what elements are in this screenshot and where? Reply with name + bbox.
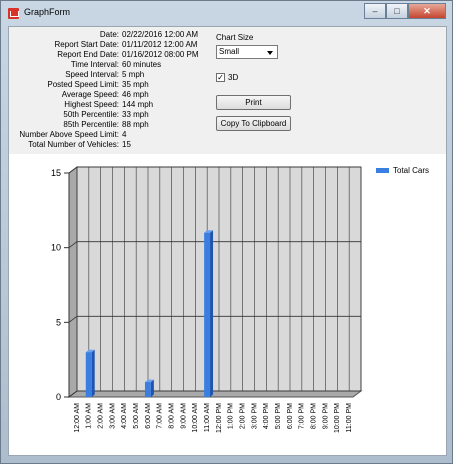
chart-size-label: Chart Size (216, 33, 254, 42)
x-tick-label: 5:00 AM (133, 403, 140, 429)
bar-side (91, 349, 95, 397)
x-tick-label: 11:00 AM (204, 403, 211, 432)
x-tick-label: 3:00 AM (109, 403, 116, 429)
chart-panel: 0 5 10 15 12:00 AM 1:00 AM 2:00 AM 3:00 AM 4:00 … (9, 154, 446, 455)
legend-swatch (376, 168, 389, 173)
app-icon (8, 8, 19, 19)
3d-checkbox-label[interactable]: 3D (228, 73, 238, 83)
report-info-label: Total Number of Vehicles: (28, 140, 119, 149)
report-info-value: 144 mph (122, 100, 154, 109)
x-tick-label: 2:00 AM (97, 403, 104, 429)
x-tick-label: 8:00 AM (168, 403, 175, 429)
x-tick-label: 4:00 PM (263, 403, 270, 429)
chart-size-dropdown[interactable]: Small (216, 45, 278, 59)
x-tick-label: 9:00 AM (180, 403, 187, 429)
report-info-row: Report End Date: 01/16/2012 08:00 PM (9, 50, 229, 60)
3d-checkbox[interactable]: ✓ (216, 73, 225, 82)
x-tick-label: 8:00 PM (310, 403, 317, 429)
report-info-value: 4 (122, 130, 127, 139)
report-info-value: 60 minutes (122, 60, 162, 69)
report-info-row: Highest Speed: 144 mph (9, 100, 229, 110)
report-info-row: Date: 02/22/2016 12:00 AM (9, 30, 229, 40)
chart-floor (67, 390, 363, 398)
report-info-row: Average Speed: 46 mph (9, 90, 229, 100)
y-tick-label: 0 (56, 392, 61, 402)
report-info-row: 50th Percentile: 33 mph (9, 110, 229, 120)
print-button[interactable]: Print (216, 95, 291, 110)
report-info-label: Report Start Date: (54, 40, 119, 49)
report-info-label: Report End Date: (57, 50, 119, 59)
graphform-window: GraphForm – □ ✕ Date: 02/22/2016 12:00 AM… (0, 0, 453, 464)
bar (85, 352, 92, 397)
x-tick-label: 3:00 PM (251, 403, 258, 429)
report-info-label: Time Interval: (70, 60, 119, 69)
x-tick-label: 1:00 PM (228, 403, 235, 429)
y-tick-label: 15 (51, 168, 61, 178)
report-info-row: Number Above Speed Limit: 4 (9, 130, 229, 140)
x-tick-label: 1:00 AM (86, 403, 93, 429)
x-tick-label: 4:00 AM (121, 403, 128, 429)
legend-label: Total Cars (393, 166, 429, 175)
x-tick-label: 7:00 PM (299, 403, 306, 429)
x-tick-label: 7:00 AM (157, 403, 164, 429)
x-tick-label: 10:00 PM (334, 403, 341, 433)
report-info-value: 15 (122, 140, 131, 149)
x-tick-label: 5:00 PM (275, 403, 282, 429)
report-info-value: 01/16/2012 08:00 PM (122, 50, 199, 59)
report-info-value: 88 mph (122, 120, 149, 129)
report-info-label: 85th Percentile: (63, 120, 119, 129)
x-tick-label: 10:00 AM (192, 403, 199, 433)
x-tick-label: 2:00 PM (239, 403, 246, 429)
report-info-value: 46 mph (122, 90, 149, 99)
report-info-label: Highest Speed: (64, 100, 119, 109)
x-tick-label: 12:00 AM (74, 403, 81, 433)
title-bar[interactable]: GraphForm – □ ✕ (1, 1, 452, 25)
report-info-label: Number Above Speed Limit: (19, 130, 119, 139)
report-info-label: Date: (99, 30, 119, 39)
report-info-value: 5 mph (122, 70, 145, 79)
minimize-button[interactable]: – (364, 3, 386, 19)
bar (144, 382, 151, 397)
chart-size-value: Small (219, 47, 240, 56)
report-info-value: 02/22/2016 12:00 AM (122, 30, 199, 39)
chevron-down-icon (267, 51, 273, 55)
bar (204, 232, 211, 397)
report-info-label: Posted Speed Limit: (47, 80, 119, 89)
report-info-row: Speed Interval: 5 mph (9, 70, 229, 80)
report-info-label: 50th Percentile: (63, 110, 119, 119)
x-tick-label: 11:00 PM (346, 403, 353, 433)
window-title: GraphForm (24, 7, 71, 17)
report-info-row: Posted Speed Limit: 35 mph (9, 80, 229, 90)
chart-left-wall (68, 166, 78, 398)
copy-to-clipboard-button[interactable]: Copy To Clipboard (216, 116, 291, 131)
y-tick-label: 5 (56, 317, 61, 327)
window-controls: – □ ✕ (364, 3, 446, 20)
bar-side (150, 379, 154, 397)
report-info-row: 85th Percentile: 88 mph (9, 120, 229, 130)
maximize-button[interactable]: □ (386, 3, 408, 19)
x-tick-label: 12:00 PM (216, 403, 223, 433)
report-info-value: 35 mph (122, 80, 149, 89)
x-tick-label: 6:00 AM (145, 403, 152, 429)
bar-chart: 0 5 10 15 12:00 AM 1:00 AM 2:00 AM 3:00 AM 4:00 … (51, 166, 429, 433)
report-info-row: Report Start Date: 01/11/2012 12:00 AM (9, 40, 229, 50)
report-info-value: 33 mph (122, 110, 149, 119)
y-tick-label: 10 (51, 243, 61, 253)
client-area: Date: 02/22/2016 12:00 AM Report Start Dat… (8, 26, 447, 456)
bar-side (210, 230, 214, 397)
report-info-label: Average Speed: (61, 90, 119, 99)
report-info-row: Time Interval: 60 minutes (9, 60, 229, 70)
report-info-row: Total Number of Vehicles: 15 (9, 140, 229, 150)
report-info-value: 01/11/2012 12:00 AM (122, 40, 198, 49)
report-info-label: Speed Interval: (65, 70, 119, 79)
close-button[interactable]: ✕ (408, 3, 446, 19)
x-tick-label: 9:00 PM (322, 403, 329, 429)
x-tick-label: 6:00 PM (287, 403, 294, 429)
